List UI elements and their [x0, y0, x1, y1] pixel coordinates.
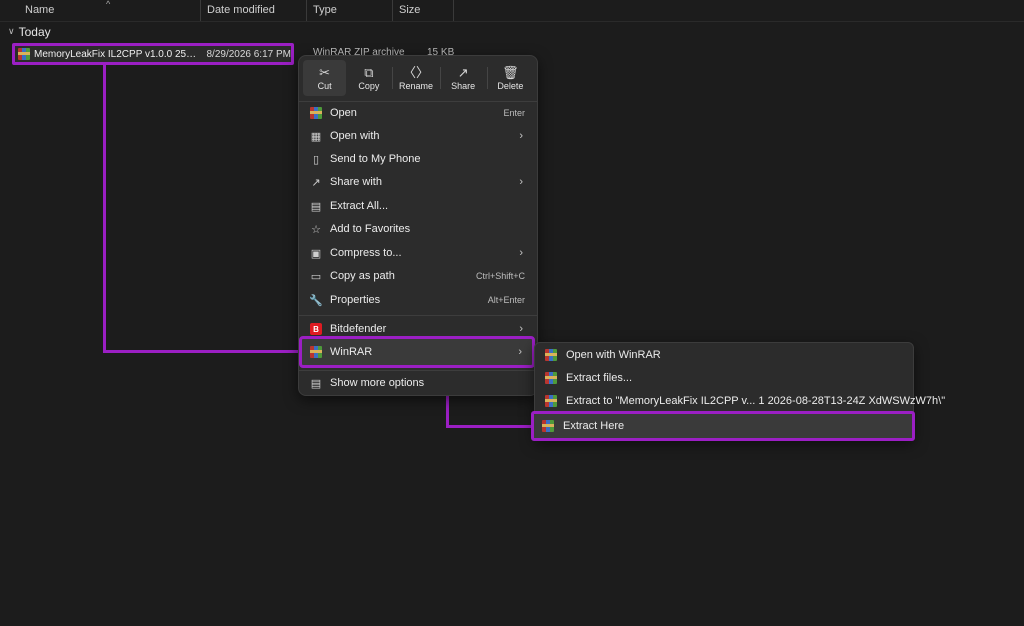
- submenu-item-extract-files[interactable]: Extract files...: [537, 367, 911, 389]
- shortcut-text: Ctrl+Shift+C: [475, 271, 525, 281]
- more-options-icon: ▤: [310, 377, 322, 390]
- chevron-right-icon: ›: [519, 247, 523, 259]
- file-row-selected[interactable]: MemoryLeakFix IL2CPP v1.0.0 2511 1 202..…: [12, 43, 294, 65]
- menu-item-properties[interactable]: 🔧 Properties Alt+Enter: [303, 289, 533, 311]
- star-icon: ☆: [311, 223, 321, 236]
- column-header-type[interactable]: Type: [307, 0, 393, 21]
- cut-button[interactable]: ✂ Cut: [303, 60, 347, 96]
- rename-button[interactable]: 〈〉 Rename: [394, 60, 437, 96]
- winrar-archive-icon: [309, 345, 323, 359]
- wrench-icon: 🔧: [309, 294, 323, 307]
- winrar-archive-icon: [542, 420, 554, 432]
- winrar-archive-icon: [18, 48, 30, 60]
- copy-icon: ⧉: [364, 65, 374, 80]
- group-header-today[interactable]: ∨ Today: [8, 25, 51, 39]
- compress-icon: ▣: [310, 247, 322, 260]
- extract-icon: ▤: [310, 200, 322, 213]
- menu-item-open[interactable]: Open Enter: [303, 102, 533, 124]
- menu-item-send-to-phone[interactable]: ▯ Send to My Phone: [303, 148, 533, 170]
- sort-ascending-icon: ^: [106, 0, 111, 9]
- file-date: 8/29/2026 6:17 PM: [206, 48, 291, 60]
- menu-divider: [299, 370, 537, 371]
- scissors-icon: ✂: [319, 65, 331, 80]
- callout-line-vertical-left: [103, 65, 106, 353]
- file-name: MemoryLeakFix IL2CPP v1.0.0 2511 1 202..…: [34, 48, 197, 60]
- quickbar-divider: [486, 67, 488, 89]
- winrar-archive-icon: [545, 372, 557, 384]
- menu-item-share-with[interactable]: ↗ Share with ›: [303, 171, 533, 193]
- callout-line-horizontal-left: [103, 350, 299, 353]
- chevron-right-icon: ›: [519, 130, 523, 142]
- menu-item-compress-to[interactable]: ▣ Compress to... ›: [303, 242, 533, 264]
- shortcut-text: Enter: [503, 108, 525, 118]
- menu-item-extract-all[interactable]: ▤ Extract All...: [303, 195, 533, 217]
- menu-item-winrar[interactable]: WinRAR ›: [299, 336, 535, 368]
- column-header-date-modified[interactable]: Date modified: [201, 0, 307, 21]
- chevron-right-icon: ›: [518, 346, 522, 358]
- callout-line-horizontal-right: [446, 425, 532, 428]
- open-with-icon: ▦: [310, 130, 322, 143]
- copy-path-icon: ▭: [310, 270, 322, 283]
- menu-item-copy-as-path[interactable]: ▭ Copy as path Ctrl+Shift+C: [303, 265, 533, 287]
- chevron-down-icon: ∨: [8, 25, 15, 36]
- submenu-item-extract-here[interactable]: Extract Here: [531, 411, 915, 441]
- trash-icon: 🗑: [502, 65, 519, 80]
- chevron-right-icon: ›: [519, 176, 523, 188]
- menu-item-add-to-favorites[interactable]: ☆ Add to Favorites: [303, 218, 533, 240]
- share-button[interactable]: ↗ Share: [442, 60, 485, 96]
- menu-item-show-more-options[interactable]: ▤ Show more options: [303, 372, 533, 394]
- share-icon: ↗: [457, 65, 469, 80]
- shortcut-text: Alt+Enter: [487, 295, 525, 305]
- menu-divider: [299, 315, 537, 316]
- column-header-size[interactable]: Size: [393, 0, 454, 21]
- winrar-archive-icon: [309, 106, 323, 120]
- share-icon: ↗: [311, 176, 321, 189]
- winrar-archive-icon: [545, 349, 557, 361]
- phone-icon: ▯: [312, 153, 320, 166]
- menu-item-open-with[interactable]: ▦ Open with ›: [303, 125, 533, 147]
- quickbar-divider: [439, 67, 441, 89]
- group-label: Today: [18, 25, 51, 39]
- context-menu: ✂ Cut ⧉ Copy 〈〉 Rename ↗ Share 🗑 Delete …: [298, 55, 538, 396]
- delete-button[interactable]: 🗑 Delete: [489, 60, 532, 96]
- winrar-submenu: Open with WinRAR Extract files... Extrac…: [531, 342, 945, 441]
- submenu-item-open-with-winrar[interactable]: Open with WinRAR: [537, 344, 911, 366]
- winrar-archive-icon: [545, 395, 557, 407]
- quick-actions-bar: ✂ Cut ⧉ Copy 〈〉 Rename ↗ Share 🗑 Delete: [303, 60, 533, 98]
- quickbar-divider: [392, 67, 394, 89]
- chevron-right-icon: ›: [519, 323, 523, 335]
- column-header-bar: Name ^ Date modified Type Size: [0, 0, 1024, 22]
- rename-icon: 〈〉: [403, 65, 430, 80]
- copy-button[interactable]: ⧉ Copy: [347, 60, 390, 96]
- bitdefender-icon: B: [309, 322, 323, 336]
- submenu-item-extract-to-folder[interactable]: Extract to "MemoryLeakFix IL2CPP v... 1 …: [537, 390, 945, 412]
